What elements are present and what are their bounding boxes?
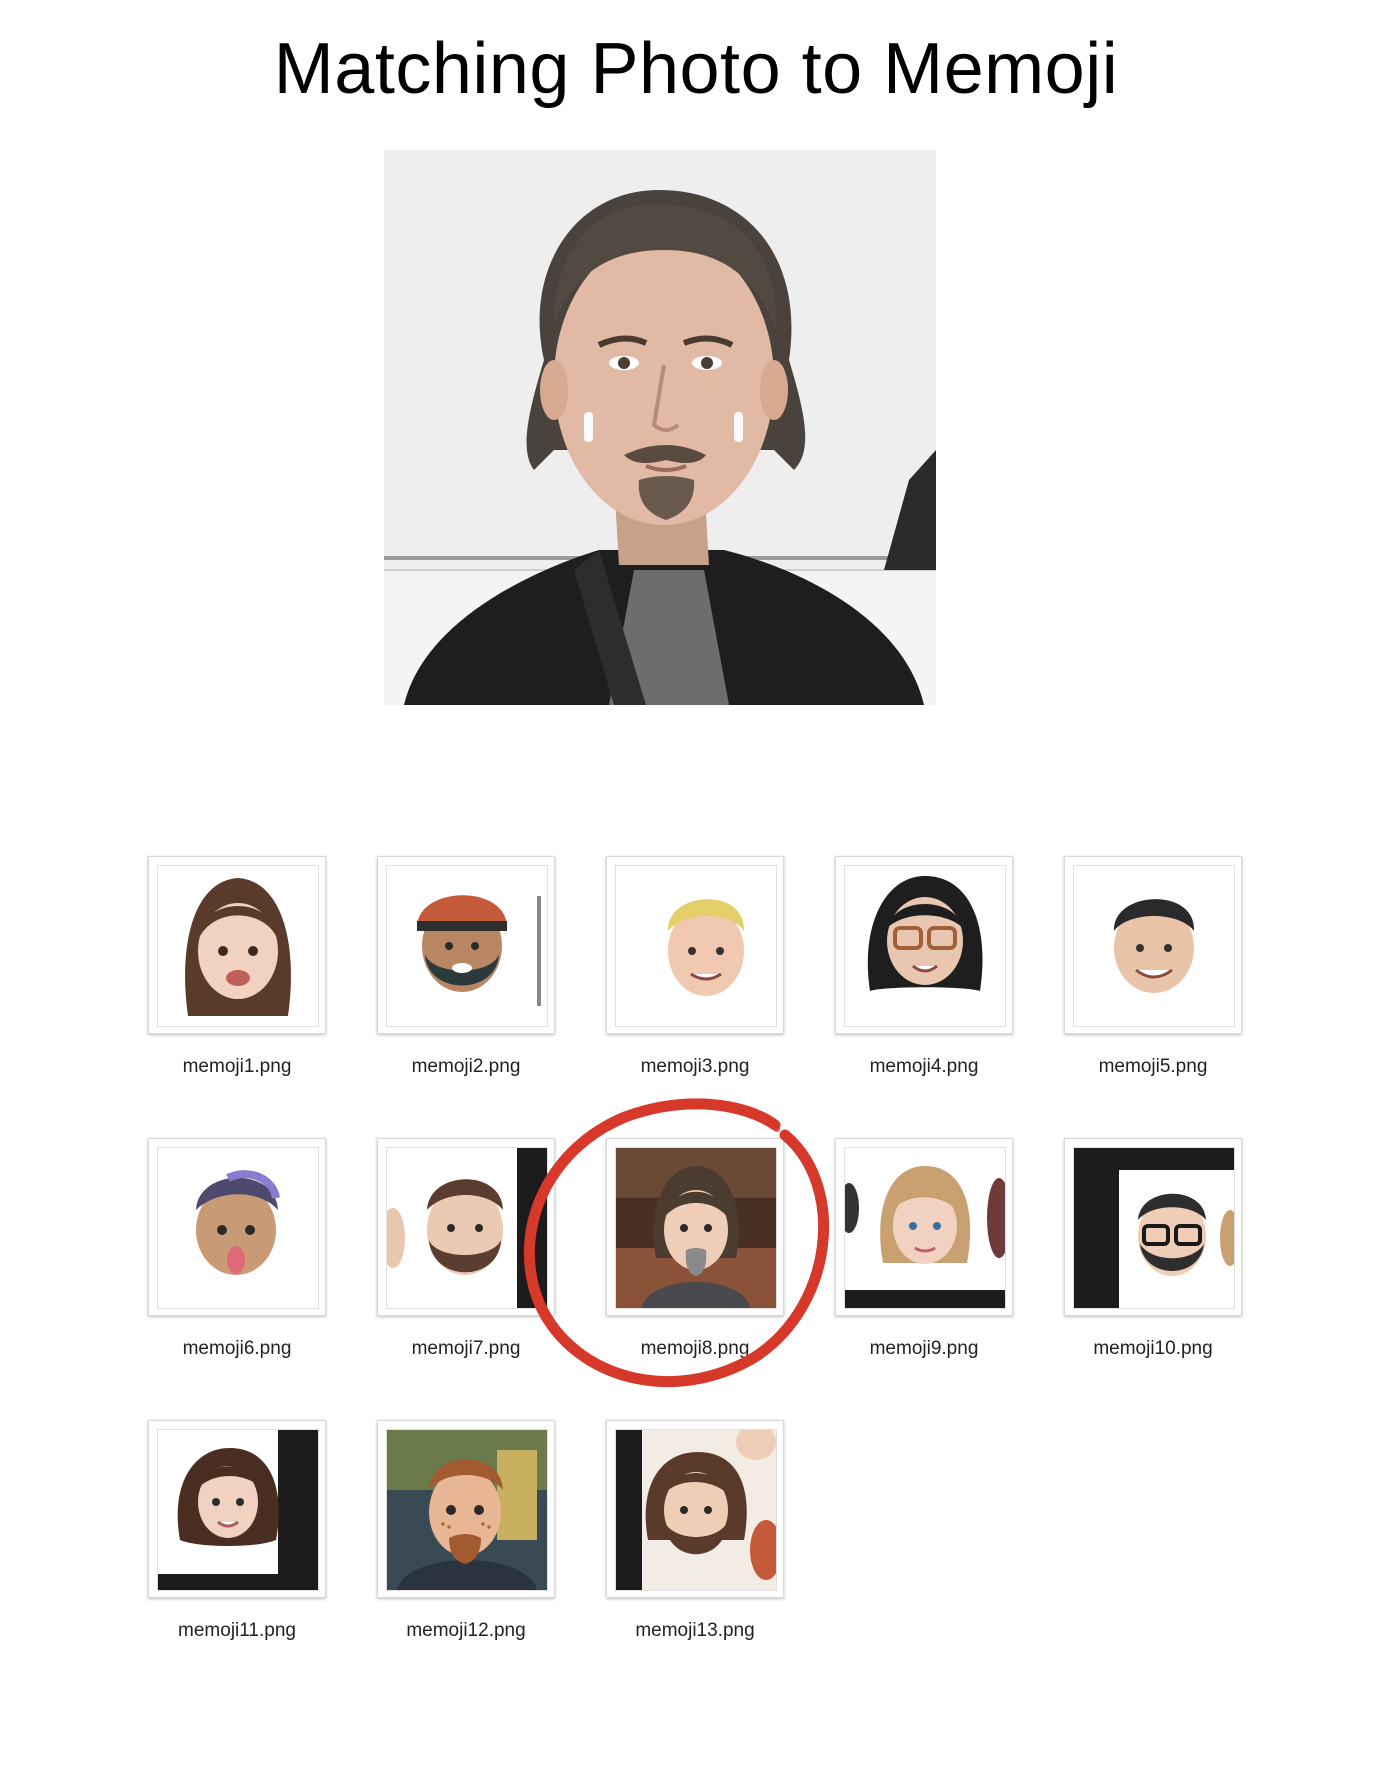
file-thumbnail[interactable] xyxy=(377,1138,555,1316)
file-thumbnail[interactable] xyxy=(835,1138,1013,1316)
file-name[interactable]: memoji8.png xyxy=(576,1338,814,1360)
memoji-woman-long-brown-hair-icon xyxy=(158,866,318,1026)
file-thumbnail[interactable] xyxy=(148,856,326,1034)
file-name[interactable]: memoji1.png xyxy=(118,1056,356,1078)
file-grid: memoji1.png memoji2.png memoji3.png memo… xyxy=(0,0,1392,1770)
memoji-woman-blonde-bob-icon xyxy=(845,1148,1005,1308)
memoji-man-glasses-beard-icon xyxy=(1074,1148,1234,1308)
file-thumbnail[interactable] xyxy=(377,1420,555,1598)
file-thumbnail[interactable] xyxy=(148,1420,326,1598)
file-thumbnail[interactable] xyxy=(606,1420,784,1598)
memoji-man-cap-beard-icon xyxy=(387,866,547,1026)
file-name[interactable]: memoji3.png xyxy=(576,1056,814,1078)
file-name[interactable]: memoji6.png xyxy=(118,1338,356,1360)
file-name[interactable]: memoji5.png xyxy=(1034,1056,1272,1078)
file-thumbnail[interactable] xyxy=(148,1138,326,1316)
memoji-man-long-hair-goatee-icon xyxy=(616,1148,776,1308)
memoji-man-brown-beard-icon xyxy=(387,1148,547,1308)
memoji-long-hair-beard-icon xyxy=(616,1430,776,1590)
file-name[interactable]: memoji10.png xyxy=(1034,1338,1272,1360)
file-thumbnail[interactable] xyxy=(1064,856,1242,1034)
file-thumbnail[interactable] xyxy=(1064,1138,1242,1316)
file-thumbnail[interactable] xyxy=(606,1138,784,1316)
file-name[interactable]: memoji12.png xyxy=(347,1620,585,1642)
file-thumbnail[interactable] xyxy=(606,856,784,1034)
memoji-woman-brown-wavy-hair-icon xyxy=(158,1430,318,1590)
file-name[interactable]: memoji4.png xyxy=(805,1056,1043,1078)
memoji-man-short-dark-hair-icon xyxy=(1074,866,1234,1026)
file-name[interactable]: memoji11.png xyxy=(118,1620,356,1642)
memoji-man-ginger-freckles-icon xyxy=(387,1430,547,1590)
memoji-man-blond-hair-icon xyxy=(616,866,776,1026)
file-thumbnail[interactable] xyxy=(377,856,555,1034)
memoji-woman-glasses-icon xyxy=(845,866,1005,1026)
file-name[interactable]: memoji9.png xyxy=(805,1338,1043,1360)
file-name[interactable]: memoji2.png xyxy=(347,1056,585,1078)
file-thumbnail[interactable] xyxy=(835,856,1013,1034)
file-name[interactable]: memoji7.png xyxy=(347,1338,585,1360)
file-name[interactable]: memoji13.png xyxy=(576,1620,814,1642)
memoji-purple-hair-tongue-icon xyxy=(158,1148,318,1308)
